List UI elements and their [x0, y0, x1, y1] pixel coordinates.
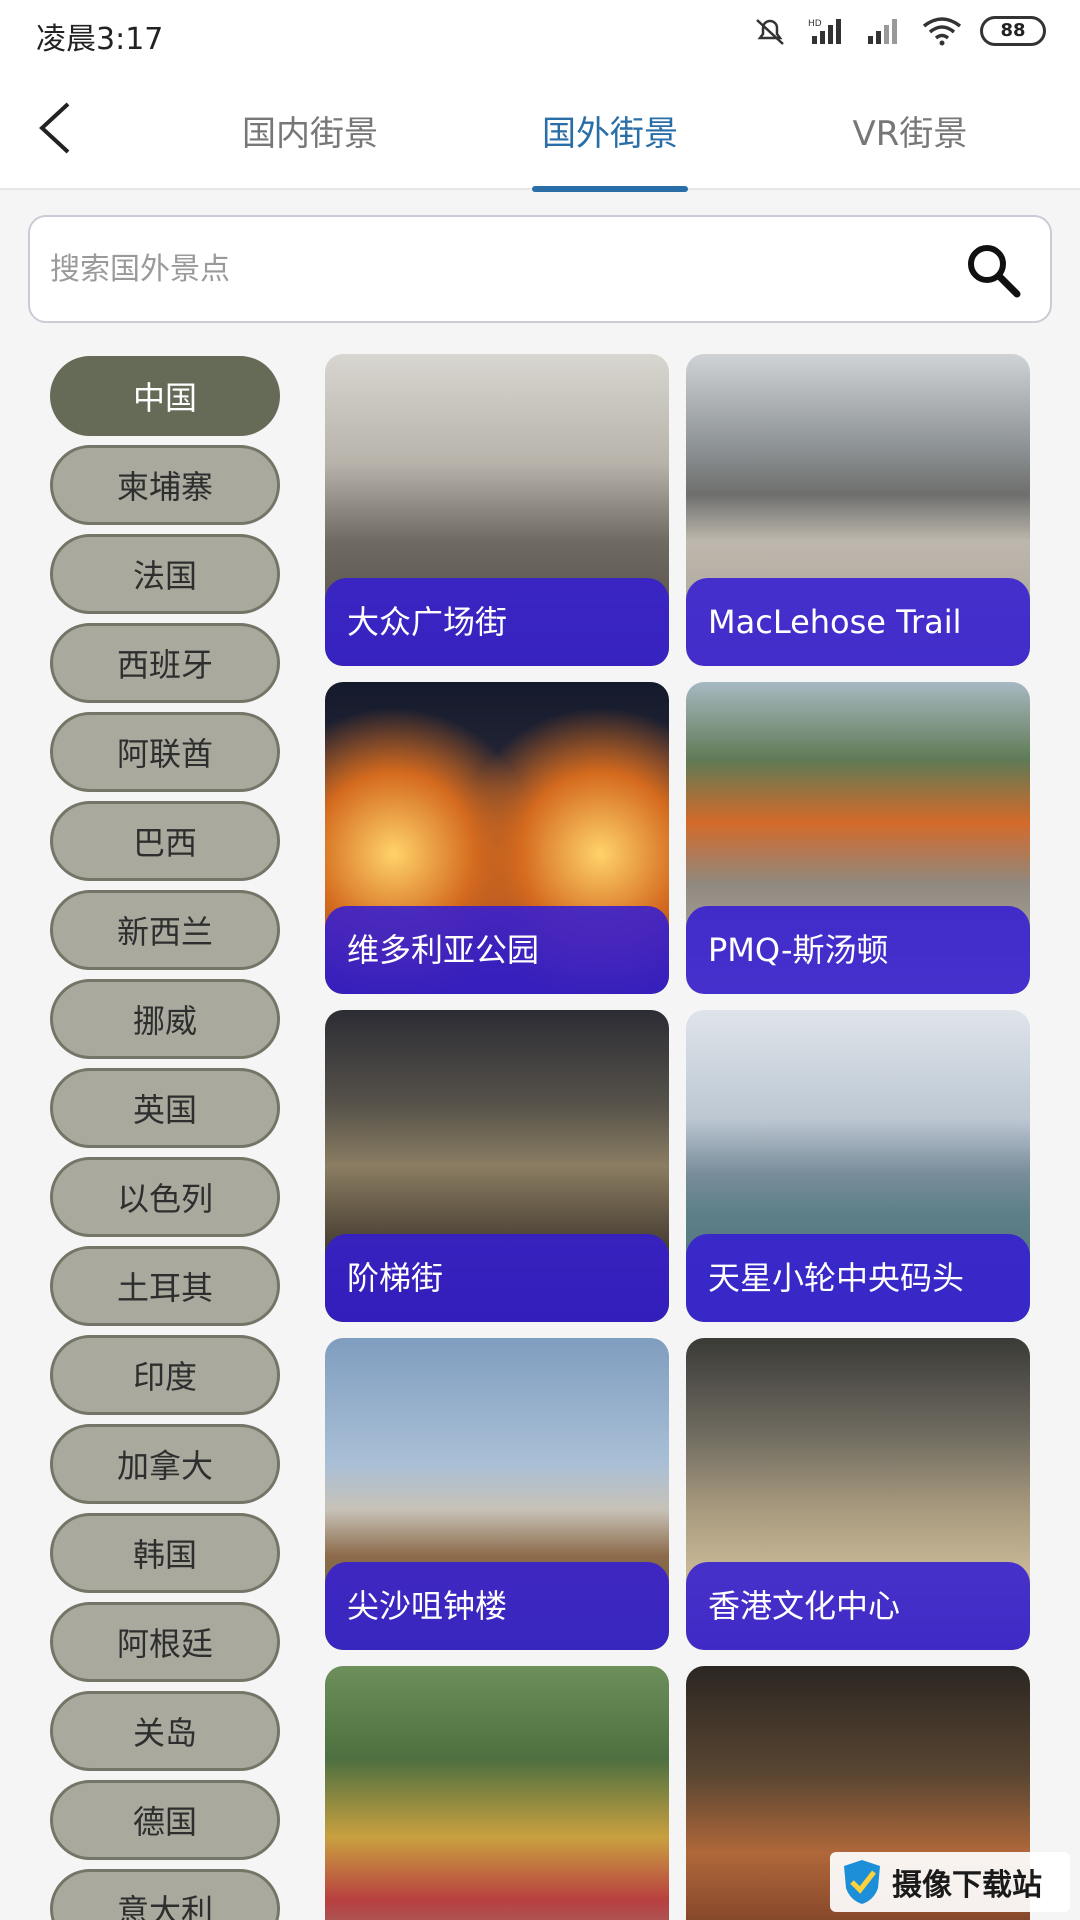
place-name: PMQ-斯汤顿 [686, 906, 1030, 994]
place-card[interactable]: 阶梯街 [325, 1010, 669, 1322]
chevron-left-icon [39, 102, 70, 154]
signal-hd-icon: HD [808, 19, 841, 44]
svg-text:HD: HD [808, 19, 822, 29]
country-item[interactable]: 阿联酋 [50, 712, 280, 792]
shield-logo-icon [844, 1860, 880, 1904]
place-card[interactable]: 尖沙咀钟楼 [325, 1338, 669, 1650]
place-card[interactable]: 大众广场街 [325, 354, 669, 666]
country-item[interactable]: 印度 [50, 1335, 280, 1415]
place-name: 维多利亚公园 [325, 906, 669, 994]
place-name: 大众广场街 [325, 578, 669, 666]
tab-foreign[interactable]: 国外街景 [460, 70, 760, 190]
tab-vr[interactable]: VR街景 [760, 70, 1060, 190]
place-name: 尖沙咀钟楼 [325, 1562, 669, 1650]
status-time: 凌晨3:17 [36, 22, 164, 57]
country-item[interactable]: 阿根廷 [50, 1602, 280, 1682]
country-item[interactable]: 以色列 [50, 1157, 280, 1237]
country-item[interactable]: 英国 [50, 1068, 280, 1148]
tab-domestic[interactable]: 国内街景 [160, 70, 460, 190]
place-card[interactable] [325, 1666, 669, 1920]
status-icons: HD 88 [752, 16, 1046, 46]
place-card[interactable]: 维多利亚公园 [325, 682, 669, 994]
back-button[interactable] [34, 98, 84, 158]
country-item[interactable]: 中国 [50, 356, 280, 436]
search-bar [28, 215, 1052, 323]
signal-icon [868, 19, 897, 44]
country-item[interactable]: 土耳其 [50, 1246, 280, 1326]
watermark-logo: 摄像下载站 [830, 1852, 1070, 1912]
top-bar: 国内街景 国外街景 VR街景 [0, 70, 1080, 190]
place-name: 天星小轮中央码头 [686, 1234, 1030, 1322]
search-input[interactable] [50, 217, 930, 321]
country-item[interactable]: 法国 [50, 534, 280, 614]
wifi-icon [922, 17, 962, 46]
country-item[interactable]: 关岛 [50, 1691, 280, 1771]
watermark-text: 摄像下载站 [892, 1868, 1042, 1903]
tab-bar: 国内街景 国外街景 VR街景 [160, 70, 1060, 190]
search-icon[interactable] [964, 241, 1022, 299]
country-item[interactable]: 德国 [50, 1780, 280, 1860]
place-card[interactable]: 香港文化中心 [686, 1338, 1030, 1650]
country-item[interactable]: 挪威 [50, 979, 280, 1059]
country-item[interactable]: 意大利 [50, 1869, 280, 1920]
place-name: MacLehose Trail [686, 578, 1030, 666]
country-item[interactable]: 加拿大 [50, 1424, 280, 1504]
place-card[interactable]: PMQ-斯汤顿 [686, 682, 1030, 994]
country-item[interactable]: 新西兰 [50, 890, 280, 970]
country-list: 中国 柬埔寨 法国 西班牙 阿联酋 巴西 新西兰 挪威 英国 以色列 土耳其 印… [50, 356, 280, 1920]
place-card[interactable]: 天星小轮中央码头 [686, 1010, 1030, 1322]
battery-indicator: 88 [980, 16, 1046, 46]
country-item[interactable]: 巴西 [50, 801, 280, 881]
country-item[interactable]: 柬埔寨 [50, 445, 280, 525]
place-name: 阶梯街 [325, 1234, 669, 1322]
status-bar: 凌晨3:17 HD 88 [0, 0, 1080, 70]
mute-alarm-icon [756, 19, 784, 45]
country-item[interactable]: 西班牙 [50, 623, 280, 703]
place-photo [325, 1666, 669, 1920]
place-card[interactable]: MacLehose Trail [686, 354, 1030, 666]
place-name: 香港文化中心 [686, 1562, 1030, 1650]
country-item[interactable]: 韩国 [50, 1513, 280, 1593]
